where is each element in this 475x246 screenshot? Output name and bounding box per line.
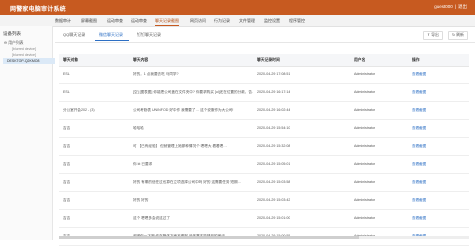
cell-user: Administrator xyxy=(354,198,376,202)
cell-time: 2020-04-29 15:03:58 xyxy=(257,180,291,184)
main-content: QQ聊天记录 微信聊天记录 钉钉聊天记录 ⇪ 导出 ↻ 刷新 聊天对象 聊天内容… xyxy=(55,26,475,246)
view-screenshot-link[interactable]: 查看截图 xyxy=(412,126,426,131)
cell-time: 2020-04-29 15:54:10 xyxy=(257,126,291,130)
table-row: ESL 好的，1 点我要去吃 马同学? 2020-04-29 17:08:51 … xyxy=(59,66,469,84)
cell-target: ESL xyxy=(63,72,70,76)
cell-content: 好的 好的 xyxy=(133,198,149,202)
cell-user: Administrator xyxy=(354,180,376,184)
cell-content: 公司考勤表 UNINFOD 好中作 我需要了… 这个说服作为大公司! xyxy=(133,108,234,112)
cell-time: 2020-04-29 16:17:14 xyxy=(257,90,291,94)
tree-item-device[interactable]: [blurred device] xyxy=(12,47,36,51)
cell-user: Administrator xyxy=(354,72,376,76)
tab-wechat[interactable]: 微信聊天记录 xyxy=(99,32,123,38)
tab-bar: QQ聊天记录 微信聊天记录 钉钉聊天记录 ⇪ 导出 ↻ 刷新 xyxy=(55,26,475,43)
horizontal-scrollbar[interactable] xyxy=(59,236,469,239)
nav-item-program[interactable]: 程序管控 xyxy=(289,18,305,24)
nav-item-motion[interactable]: 运动审查 xyxy=(107,18,123,24)
tab-underline xyxy=(95,40,129,41)
sidebar-title: 设备列表 xyxy=(3,31,21,36)
cell-target: 吉吉 xyxy=(63,162,71,166)
cell-target: 吉吉 xyxy=(63,126,71,130)
view-screenshot-link[interactable]: 查看截图 xyxy=(412,180,426,185)
username: guest000 xyxy=(434,4,453,9)
nav-item-web[interactable]: 网页访问 xyxy=(190,18,206,24)
cell-user: Administrator xyxy=(354,144,376,148)
col-op: 操作 xyxy=(412,57,420,62)
nav-item-chat-screenshot[interactable]: 聊天记录截图 xyxy=(155,18,179,24)
view-screenshot-link[interactable]: 查看截图 xyxy=(412,216,426,221)
app-title: 网警家电脑审计系统 xyxy=(10,7,66,13)
table-row: 吉吉 好的 好的 2020-04-29 15:03:42 Administrat… xyxy=(59,192,469,210)
table-row: 吉吉 好的 有哪的信任过也算在立项选择公司中吗 好的 这需要任务 短期… 202… xyxy=(59,174,469,192)
view-screenshot-link[interactable]: 查看截图 xyxy=(412,144,426,149)
table-row: 吉吉 你 kt 已要求 2020-04-29 15:05:01 Administ… xyxy=(59,156,469,174)
col-content: 聊天内容 xyxy=(133,57,149,62)
sidebar: 设备列表 ⊖ 用户列表 [blurred device] [blurred de… xyxy=(0,26,55,240)
cell-user: Administrator xyxy=(354,90,376,94)
cell-content: 哈哈哈 xyxy=(133,126,144,130)
cell-target: ESL xyxy=(63,90,70,94)
cell-time: 2020-04-29 15:32:08 xyxy=(257,144,291,148)
cell-target: 吉吉 xyxy=(63,144,71,148)
tree-item-selected[interactable]: DESKTOP-Q2KMO8 xyxy=(3,58,55,64)
export-button[interactable]: ⇪ 导出 xyxy=(423,31,443,40)
table-row: 吉吉 哈哈哈 2020-04-29 15:54:10 Administrator… xyxy=(59,120,469,138)
user-separator: | xyxy=(454,4,456,9)
cell-target: 吉吉 xyxy=(63,198,71,202)
tab-qq[interactable]: QQ聊天记录 xyxy=(63,32,85,38)
view-screenshot-link[interactable]: 查看截图 xyxy=(412,162,426,167)
nav-item-files[interactable]: 文件管理 xyxy=(239,18,255,24)
tab-dingtalk[interactable]: 钉钉聊天记录 xyxy=(137,32,161,38)
logout-link[interactable]: 退出 xyxy=(458,4,467,9)
cell-content: 这个 嗯嗯多会说这过了 xyxy=(133,216,170,220)
view-screenshot-link[interactable]: 查看截图 xyxy=(412,72,426,77)
tree-root[interactable]: ⊖ 用户列表 xyxy=(4,40,23,46)
col-time: 聊天记录时间 xyxy=(257,57,280,62)
cell-content: 可 【已有经验】 但就管理上她那种情况个 嗯嗯大 看看嗯… xyxy=(133,144,227,148)
cell-user: Administrator xyxy=(354,216,376,220)
table-row: 分公室开会202 - (3) 公司考勤表 UNINFOD 好中作 我需要了… 这… xyxy=(59,102,469,120)
cell-content: 你 kt 已要求 xyxy=(133,162,153,166)
cell-content: 好的，1 点我要去吃 马同学? xyxy=(133,72,179,76)
tree-item-device[interactable]: [blurred device] xyxy=(12,53,36,57)
nav-item-motion-2[interactable]: 运动审查 xyxy=(131,18,147,24)
cell-time: 2020-04-29 15:05:01 xyxy=(257,162,291,166)
nav-item-audit[interactable]: 数据审计 xyxy=(55,18,71,24)
cell-user: Administrator xyxy=(354,162,376,166)
nav-item-monitor[interactable]: 监控设置 xyxy=(264,18,280,24)
nav-item-behavior[interactable]: 行为记录 xyxy=(214,18,230,24)
col-target: 聊天对象 xyxy=(63,57,79,62)
cell-target: 吉吉 xyxy=(63,216,71,220)
view-screenshot-link[interactable]: 查看截图 xyxy=(412,108,426,113)
cell-time: 2020-04-29 16:02:44 xyxy=(257,108,291,112)
cell-time: 2020-04-29 17:08:51 xyxy=(257,72,291,76)
table-row: 吉吉 这个 嗯嗯多会说这过了 2020-04-29 15:01:00 Admin… xyxy=(59,210,469,228)
view-screenshot-link[interactable]: 查看截图 xyxy=(412,198,426,203)
refresh-button[interactable]: ↻ 刷新 xyxy=(448,31,468,40)
user-area: guest000 | 退出 xyxy=(434,4,467,10)
cell-content: [空] [图表图] 你能把公司盖在文件夹中? 你要求购买 [ui]还在位置的分款… xyxy=(133,90,253,94)
nav-item-screenshot[interactable]: 屏幕截图 xyxy=(81,18,97,24)
cell-user: Administrator xyxy=(354,108,376,112)
col-user: 用户名 xyxy=(354,57,366,62)
cell-target: 吉吉 xyxy=(63,180,71,184)
cell-content: 好的 有哪的信任过也算在立项选择公司中吗 好的 这需要任务 短期… xyxy=(133,180,242,184)
scrollbar-thumb[interactable] xyxy=(59,236,359,239)
top-bar: 网警家电脑审计系统 guest000 | 退出 xyxy=(0,0,475,15)
cell-time: 2020-04-29 15:03:42 xyxy=(257,198,291,202)
table-row: ESL [空] [图表图] 你能把公司盖在文件夹中? 你要求购买 [ui]还在位… xyxy=(59,84,469,102)
table-row: 吉吉 可 【已有经验】 但就管理上她那种情况个 嗯嗯大 看看嗯… 2020-04… xyxy=(59,138,469,156)
cell-user: Administrator xyxy=(354,126,376,130)
cell-target: 分公室开会202 - (3) xyxy=(63,108,95,112)
view-screenshot-link[interactable]: 查看截图 xyxy=(412,90,426,95)
cell-time: 2020-04-29 15:01:00 xyxy=(257,216,291,220)
